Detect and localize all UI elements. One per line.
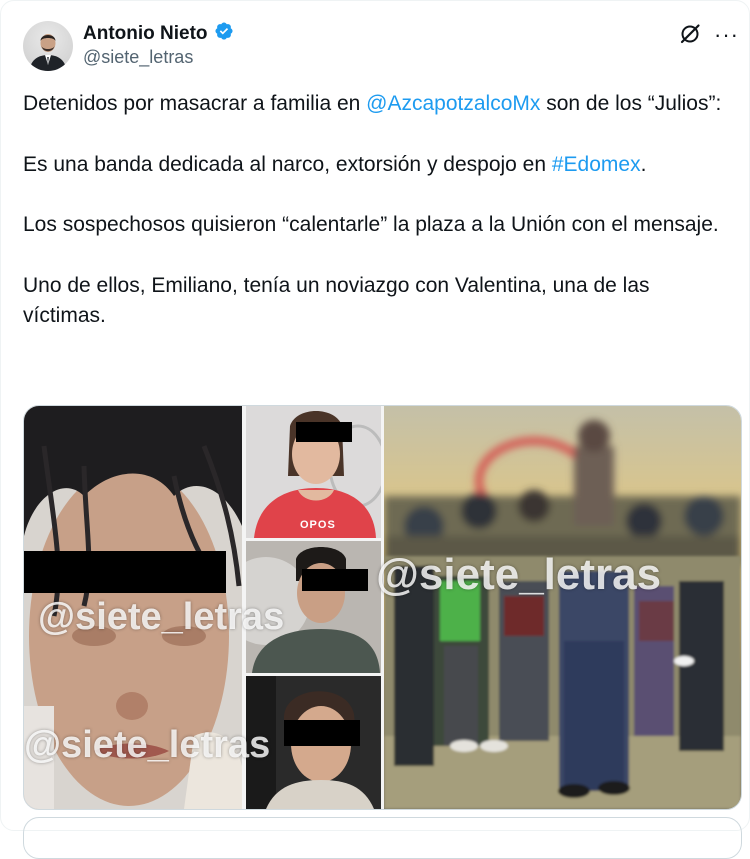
tweet-paragraph: Detenidos por masacrar a familia en @Azc… [23, 89, 723, 120]
photo-group-image [384, 406, 741, 809]
media-collage[interactable]: OPOS @siete_letras @siete_letras @siete_… [23, 405, 742, 810]
shirt-text: OPOS [300, 519, 336, 531]
text-segment: Uno de ellos, Emiliano, tenía un noviazg… [23, 273, 650, 328]
author-row: Antonio Nieto [83, 21, 234, 46]
watermark-left-1: @siete_letras [38, 596, 285, 638]
watermark-right: @siete_letras [376, 550, 662, 599]
avatar[interactable] [23, 21, 73, 71]
tweet-card: Antonio Nieto @siete_letras ··· Detenido… [0, 0, 750, 859]
text-segment: Los sospechosos quisieron “calentarle” l… [23, 213, 719, 236]
photo-suspect-2[interactable]: OPOS [246, 406, 381, 538]
photo-group[interactable] [384, 406, 741, 809]
quoted-card-edge [23, 817, 742, 859]
text-segment: son de los “Julios”: [540, 92, 722, 115]
text-segment: Detenidos por masacrar a familia en [23, 92, 367, 115]
author-handle[interactable]: @siete_letras [83, 47, 193, 68]
tweet-paragraph: Uno de ellos, Emiliano, tenía un noviazg… [23, 271, 723, 332]
tweet-paragraph: Es una banda dedicada al narco, extorsió… [23, 150, 723, 181]
text-segment: Es una banda dedicada al narco, extorsió… [23, 152, 552, 176]
author-name[interactable]: Antonio Nieto [83, 23, 208, 45]
hashtag-link[interactable]: #Edomex [552, 153, 641, 176]
tweet-text: Detenidos por masacrar a familia en @Azc… [23, 89, 723, 332]
more-icon[interactable]: ··· [714, 22, 739, 48]
text-segment: . [640, 152, 647, 176]
verified-badge-icon [214, 21, 234, 46]
avatar-image [29, 34, 67, 71]
tweet-paragraph: Los sospechosos quisieron “calentarle” l… [23, 210, 723, 241]
mention-link[interactable]: @AzcapotzalcoMx [366, 92, 540, 115]
grok-icon[interactable] [679, 23, 701, 45]
watermark-left-2: @siete_letras [24, 724, 271, 766]
